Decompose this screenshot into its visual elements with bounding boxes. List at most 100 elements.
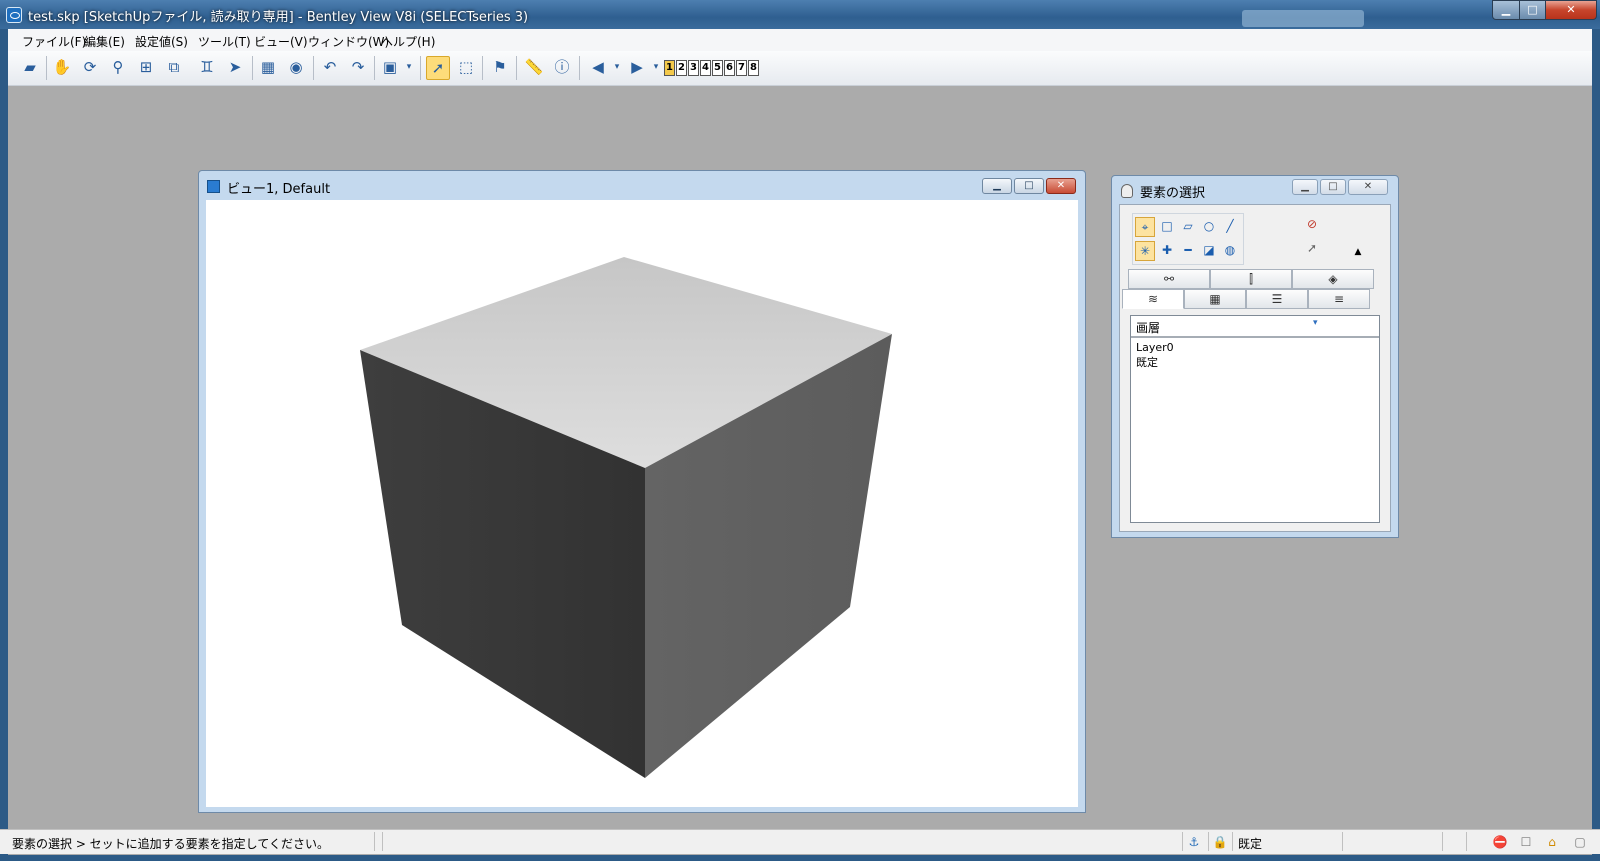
- view-number-button[interactable]: 6: [724, 60, 735, 76]
- tab-colors[interactable]: ▦: [1184, 289, 1246, 309]
- fly-icon[interactable]: ➤: [223, 56, 247, 80]
- background-ghost: [1242, 10, 1364, 27]
- status-cell: [1342, 832, 1442, 851]
- toolbar-separator: [374, 56, 375, 80]
- stop-icon[interactable]: ⛔: [1492, 834, 1508, 850]
- status-cell: [1466, 832, 1490, 851]
- cube-model[interactable]: [206, 200, 1078, 807]
- snap-icon[interactable]: ⚓: [1186, 834, 1202, 850]
- next-view-icon[interactable]: ↷: [346, 56, 370, 80]
- menu-tools[interactable]: ツール(T): [198, 33, 251, 50]
- active-level[interactable]: 既定: [1238, 835, 1262, 852]
- view-number-button[interactable]: 4: [700, 60, 711, 76]
- close-button[interactable]: ✕: [1545, 0, 1597, 20]
- lock-icon[interactable]: 🔒: [1212, 834, 1228, 850]
- sort-arrow-icon[interactable]: ▾: [1313, 318, 1318, 328]
- maximize-button[interactable]: □: [1519, 0, 1546, 20]
- tab-attributes[interactable]: ⚯: [1128, 269, 1210, 289]
- shape-select-icon[interactable]: ▱: [1178, 217, 1198, 237]
- back-icon[interactable]: ◀: [586, 56, 610, 80]
- toolbar-separator: [46, 56, 47, 80]
- sheet-icon[interactable]: ▢: [1572, 834, 1588, 850]
- new-set-icon[interactable]: ✳: [1135, 241, 1155, 261]
- view-window-title: ビュー1, Default: [227, 182, 331, 197]
- menu-file[interactable]: ファイル(F): [22, 33, 86, 50]
- previous-view-icon[interactable]: ↶: [318, 56, 342, 80]
- add-icon[interactable]: ✚: [1157, 241, 1177, 261]
- tab-line-weights[interactable]: ≡: [1308, 289, 1370, 309]
- view-attributes-icon[interactable]: ▣: [378, 56, 402, 80]
- select-arrow-icon[interactable]: ➚: [426, 56, 450, 80]
- info-icon[interactable]: ⓘ: [550, 56, 574, 80]
- main-toolbar: ▰ ✋ ⟳ ⚲ ⊞ ⧉ ♊ ➤ ▦ ◉ ↶ ↷ ▣ ▾ ➚ ⬚ ⚑ 📏 ⓘ ◀ …: [8, 51, 1592, 86]
- pointer-icon[interactable]: ➚: [1302, 239, 1322, 259]
- invert-icon[interactable]: ◪: [1199, 241, 1219, 261]
- home-icon[interactable]: ⌂: [1544, 834, 1560, 850]
- forward-icon[interactable]: ▶: [625, 56, 649, 80]
- toolbar-separator: [420, 56, 421, 80]
- fence-icon[interactable]: ⬚: [454, 56, 478, 80]
- individual-select-icon[interactable]: ⌖: [1135, 217, 1155, 237]
- view-number-button[interactable]: 5: [712, 60, 723, 76]
- layer-list-header[interactable]: 画層 ▾: [1131, 316, 1379, 338]
- collapse-arrow-icon[interactable]: ▲: [1348, 243, 1368, 263]
- camera-icon[interactable]: ▦: [256, 56, 280, 80]
- block-select-icon[interactable]: □: [1157, 217, 1177, 237]
- status-message-area: [382, 832, 1182, 851]
- panel-minimize-button[interactable]: ▁: [1292, 179, 1318, 195]
- rotate-view-icon[interactable]: ⟳: [78, 56, 102, 80]
- view-window[interactable]: ビュー1, Default ▁ □ ✕: [198, 170, 1086, 813]
- view-attributes-dropdown-icon[interactable]: ▾: [403, 56, 415, 80]
- view-number-button[interactable]: 8: [748, 60, 759, 76]
- view-number-button[interactable]: 7: [736, 60, 747, 76]
- view-minimize-button[interactable]: ▁: [982, 178, 1012, 194]
- fit-view-icon[interactable]: ⊞: [134, 56, 158, 80]
- model-icon[interactable]: ☐: [1518, 834, 1534, 850]
- measure-icon[interactable]: 📏: [522, 56, 546, 80]
- subtract-icon[interactable]: ━: [1178, 241, 1198, 261]
- circle-select-icon[interactable]: ○: [1199, 217, 1219, 237]
- tab-layer-display[interactable]: ◈: [1292, 269, 1374, 289]
- panel-maximize-button[interactable]: □: [1320, 179, 1346, 195]
- tab-symbology[interactable]: ⫿: [1210, 269, 1292, 289]
- layer-header-label: 画層: [1136, 321, 1161, 335]
- view-number-button[interactable]: 3: [688, 60, 699, 76]
- select-all-icon[interactable]: ◍: [1220, 241, 1240, 261]
- tab-line-styles[interactable]: ☰: [1246, 289, 1308, 309]
- menu-window[interactable]: ウィンドウ(W): [308, 33, 389, 50]
- view-window-icon: [207, 180, 220, 193]
- toolbar-separator: [313, 56, 314, 80]
- zoom-icon[interactable]: ⚲: [106, 56, 130, 80]
- app-logo-icon: [6, 7, 22, 23]
- 3d-viewport[interactable]: [206, 200, 1078, 807]
- analyze-icon[interactable]: ⚑: [488, 56, 512, 80]
- view-close-button[interactable]: ✕: [1046, 178, 1076, 194]
- element-selection-panel[interactable]: 要素の選択 ▁ □ ✕ ⌖ □ ▱ ○ ╱ ✳ ✚ ━ ◪ ◍ ⊘ ➚ ▲ ⚯ …: [1111, 175, 1399, 538]
- menu-settings[interactable]: 設定値(S): [135, 33, 188, 50]
- mouse-icon: [1121, 184, 1133, 198]
- back-dropdown-icon[interactable]: ▾: [611, 56, 623, 80]
- selection-mode-group: ⌖ □ ▱ ○ ╱ ✳ ✚ ━ ◪ ◍: [1132, 213, 1244, 265]
- pan-hand-icon[interactable]: ✋: [50, 56, 74, 80]
- line-select-icon[interactable]: ╱: [1220, 217, 1240, 237]
- render-icon[interactable]: ◉: [284, 56, 308, 80]
- menu-view[interactable]: ビュー(V): [254, 33, 308, 50]
- forward-dropdown-icon[interactable]: ▾: [650, 56, 662, 80]
- panel-body: ⌖ □ ▱ ○ ╱ ✳ ✚ ━ ◪ ◍ ⊘ ➚ ▲ ⚯ ⫿ ◈ ≋ ▦ ☰ ≡ …: [1119, 204, 1391, 532]
- list-item[interactable]: Layer0: [1136, 341, 1174, 354]
- menu-help[interactable]: ヘルプ(H): [381, 33, 435, 50]
- window-area-icon[interactable]: ⧉: [162, 56, 186, 80]
- view-maximize-button[interactable]: □: [1014, 178, 1044, 194]
- view-number-button[interactable]: 1: [664, 60, 675, 76]
- walk-icon[interactable]: ♊: [195, 56, 219, 80]
- tab-layers[interactable]: ≋: [1122, 289, 1184, 309]
- view-number-button[interactable]: 2: [676, 60, 687, 76]
- minimize-button[interactable]: ▁: [1492, 0, 1520, 20]
- clear-selection-icon[interactable]: ⊘: [1302, 215, 1322, 235]
- layer-list[interactable]: 画層 ▾ Layer0 既定: [1130, 315, 1380, 523]
- menu-edit[interactable]: 編集(E): [84, 33, 125, 50]
- open-folder-icon[interactable]: ▰: [18, 56, 42, 80]
- list-item[interactable]: 既定: [1136, 354, 1158, 370]
- status-cell: [1442, 832, 1466, 851]
- panel-close-button[interactable]: ✕: [1348, 179, 1388, 195]
